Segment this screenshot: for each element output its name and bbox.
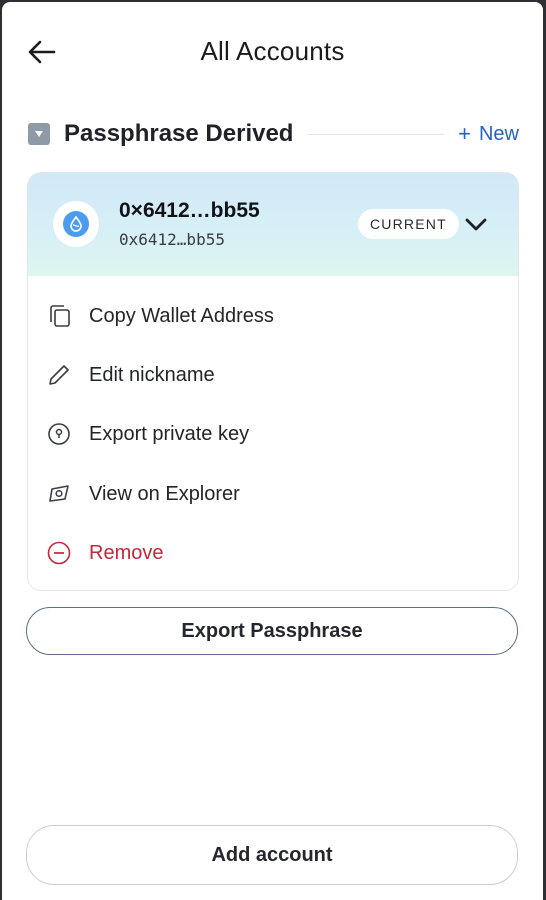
new-account-button[interactable]: + New [458,121,519,147]
group-name: Passphrase Derived [64,120,294,147]
account-card: 0×6412…bb55 0x6412…bb55 CURRENT Copy Wal… [27,172,519,591]
caret-down-icon [35,131,43,137]
group-divider [307,133,445,135]
current-badge: CURRENT [358,209,459,239]
export-passphrase-button[interactable]: Export Passphrase [26,607,518,655]
edit-nickname-item[interactable]: Edit nickname [28,350,518,400]
remove-icon [45,539,73,567]
remove-item[interactable]: Remove [28,528,518,578]
menu-item-label: Remove [89,541,164,564]
add-account-button[interactable]: Add account [26,825,518,885]
group-header: Passphrase Derived + New [26,117,519,151]
page-title: All Accounts [200,36,345,66]
accounts-panel: All Accounts Passphrase Derived + New 0×… [2,2,543,900]
pencil-icon [45,361,73,389]
view-explorer-item[interactable]: View on Explorer [28,469,518,519]
sui-drop-icon [63,211,89,237]
menu-item-label: Edit nickname [89,363,215,386]
menu-item-label: View on Explorer [89,482,240,505]
menu-item-label: Export private key [89,422,250,445]
key-icon [45,420,73,448]
copy-icon [45,302,73,330]
header: All Accounts [2,2,543,102]
menu-item-label: Copy Wallet Address [89,304,274,327]
export-key-item[interactable]: Export private key [28,409,518,459]
explorer-icon [45,480,73,508]
expand-button[interactable] [462,211,490,239]
new-label: New [478,122,519,145]
avatar [53,201,99,247]
plus-icon: + [458,121,471,146]
copy-address-item[interactable]: Copy Wallet Address [28,291,518,341]
group-toggle[interactable] [28,123,50,145]
account-address: 0x6412…bb55 [119,230,225,249]
account-header[interactable]: 0×6412…bb55 0x6412…bb55 CURRENT [28,173,518,276]
chevron-down-icon [465,218,487,231]
account-name: 0×6412…bb55 [119,199,260,222]
